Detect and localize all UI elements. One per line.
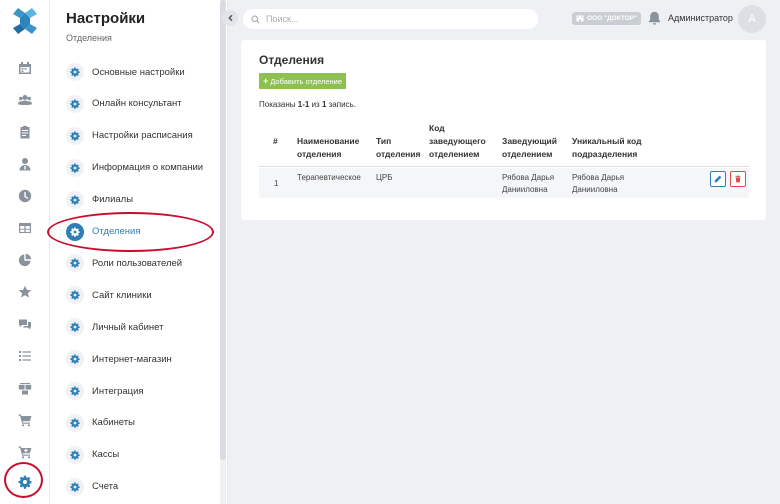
calendar-icon[interactable]	[15, 58, 35, 78]
gear-icon	[66, 286, 84, 305]
collapse-sidebar-button[interactable]	[222, 10, 238, 26]
cell-type: ЦРБ	[376, 173, 393, 182]
sidebar-item-12[interactable]: Кабинеты	[66, 412, 222, 434]
cart-plus-icon[interactable]	[15, 442, 35, 462]
organization-badge[interactable]: ООО "ДОКТОР"	[572, 12, 642, 25]
table-icon[interactable]	[15, 218, 35, 238]
gear-icon	[66, 413, 84, 432]
boxes-icon[interactable]	[15, 378, 35, 398]
current-user-name[interactable]: Администратор	[668, 13, 733, 23]
column-header-head[interactable]: Заведующий отделением	[502, 135, 566, 161]
add-department-label: Добавить отделение	[270, 76, 343, 86]
sidebar-item-label: Интеграция	[92, 385, 144, 397]
clock-icon[interactable]	[15, 186, 35, 206]
doctor-icon[interactable]	[15, 154, 35, 174]
gear-icon	[66, 350, 84, 369]
sidebar-item-label: Филиалы	[92, 194, 134, 206]
sidebar-item-label: Роли пользователей	[92, 257, 183, 269]
sidebar-item-label: Отделения	[92, 226, 141, 237]
column-header-name[interactable]: Наименование отделения	[297, 135, 369, 161]
sidebar-item-5[interactable]: Филиалы	[66, 189, 222, 211]
sidebar-title: Настройки	[66, 10, 146, 27]
sidebar-item-3[interactable]: Настройки расписания	[66, 125, 222, 147]
sidebar-item-6[interactable]: Отделения	[66, 221, 222, 243]
sidebar-item-7[interactable]: Роли пользователей	[66, 252, 222, 274]
gear-icon	[66, 190, 84, 209]
pencil-icon	[714, 175, 722, 183]
cell-name: Терапевтическое	[297, 173, 361, 182]
icon-rail	[0, 0, 50, 504]
records-summary: Показаны 1-1 из 1 запись.	[259, 100, 356, 109]
notifications-bell-icon[interactable]	[648, 11, 661, 25]
sidebar-item-label: Информация о компании	[92, 162, 204, 174]
trash-icon	[735, 175, 741, 183]
gear-icon	[66, 445, 84, 464]
gear-icon	[66, 254, 84, 273]
column-header-type[interactable]: Тип отделения	[376, 135, 426, 161]
gear-icon	[66, 126, 84, 145]
gear-icon	[66, 158, 84, 177]
sidebar-item-4[interactable]: Информация о компании	[66, 157, 222, 179]
departments-card: Отделения + Добавить отделение Показаны …	[241, 40, 766, 220]
sidebar-item-label: Кабинеты	[92, 417, 135, 429]
page-title: Отделения	[259, 53, 325, 67]
sidebar-scrollbar[interactable]	[220, 0, 226, 504]
pie-chart-icon[interactable]	[15, 250, 35, 270]
sidebar-item-label: Кассы	[92, 449, 120, 461]
add-department-button[interactable]: + Добавить отделение	[259, 73, 347, 89]
gear-icon	[66, 222, 84, 241]
sidebar-item-label: Основные настройки	[92, 66, 185, 78]
delete-button[interactable]	[730, 171, 746, 187]
search-box[interactable]	[243, 9, 538, 29]
sidebar-item-13[interactable]: Кассы	[66, 444, 222, 466]
sidebar-scrollbar-thumb[interactable]	[220, 0, 226, 460]
sidebar-item-11[interactable]: Интеграция	[66, 380, 222, 402]
column-header-head-code[interactable]: Код заведующего отделением	[429, 122, 495, 161]
organization-name: ООО "ДОКТОР"	[587, 15, 638, 22]
sidebar-item-label: Личный кабинет	[92, 321, 164, 333]
list-icon[interactable]	[15, 346, 35, 366]
sidebar-item-14[interactable]: Счета	[66, 476, 222, 498]
gear-icon	[66, 94, 84, 113]
cell-number: 1	[274, 179, 279, 188]
edit-button[interactable]	[710, 171, 726, 187]
column-header-unique-code[interactable]: Уникальный код подразделения	[572, 135, 652, 161]
table-header-divider	[259, 166, 749, 167]
cell-head: Рябова Дарья Данииловна	[502, 173, 555, 194]
sidebar-item-8[interactable]: Сайт клиники	[66, 284, 222, 306]
chat-icon[interactable]	[15, 314, 35, 334]
sidebar-item-label: Интернет-магазин	[92, 353, 172, 365]
column-header-number[interactable]: #	[273, 135, 278, 148]
sidebar-item-label: Счета	[92, 481, 119, 493]
gear-icon	[66, 318, 84, 337]
sidebar-item-1[interactable]: Основные настройки	[66, 61, 222, 83]
clipboard-icon[interactable]	[15, 122, 35, 142]
plus-icon: +	[263, 76, 269, 86]
cart-icon[interactable]	[15, 410, 35, 430]
star-icon[interactable]	[15, 282, 35, 302]
cell-unique-code: Рябова Дарья Данииловна	[572, 173, 625, 194]
sidebar-subtitle: Отделения	[66, 33, 112, 43]
users-icon[interactable]	[15, 90, 35, 110]
user-avatar[interactable]: А	[738, 5, 766, 33]
sidebar-item-2[interactable]: Онлайн консультант	[66, 93, 222, 115]
sidebar-item-label: Настройки расписания	[92, 130, 193, 142]
sidebar-item-10[interactable]: Интернет-магазин	[66, 348, 222, 370]
sidebar-item-9[interactable]: Личный кабинет	[66, 316, 222, 338]
gear-icon	[66, 63, 84, 81]
search-icon	[251, 14, 260, 24]
search-input[interactable]	[266, 14, 526, 24]
chevron-left-icon	[228, 14, 233, 22]
app-logo[interactable]	[10, 6, 40, 36]
gear-icon	[66, 477, 84, 496]
sidebar-item-label: Сайт клиники	[92, 289, 152, 301]
building-icon	[576, 15, 584, 22]
settings-sidebar: Настройки Отделения Основные настройки Он…	[50, 0, 228, 504]
settings-gear-icon[interactable]	[15, 472, 35, 492]
gear-icon	[66, 382, 84, 400]
sidebar-item-label: Онлайн консультант	[92, 98, 182, 110]
